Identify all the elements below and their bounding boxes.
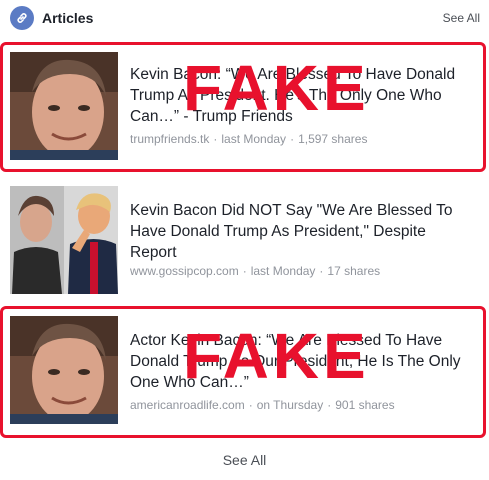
article-source: www.gossipcop.com <box>130 264 239 278</box>
section-title: Articles <box>42 10 94 26</box>
article-card[interactable]: Kevin Bacon Did NOT Say "We Are Blessed … <box>0 180 489 308</box>
meta-separator: · <box>319 264 324 278</box>
link-icon <box>10 6 34 30</box>
article-time: last Monday <box>250 264 316 278</box>
see-all-link-bottom[interactable]: See All <box>0 452 489 468</box>
see-all-link-top[interactable]: See All <box>443 11 480 25</box>
articles-header: Articles See All <box>10 6 480 32</box>
fake-stamp: FAKE <box>183 320 370 392</box>
fake-stamp: FAKE <box>183 52 370 124</box>
article-card[interactable]: Actor Kevin Bacon: “We Are Blessed To Ha… <box>0 306 489 438</box>
meta-separator: · <box>242 264 247 278</box>
article-card[interactable]: Kevin Bacon: “We Are Blessed To Have Don… <box>0 42 489 172</box>
article-headline[interactable]: Kevin Bacon Did NOT Say "We Are Blessed … <box>130 200 475 263</box>
article-meta: www.gossipcop.com · last Monday · 17 shares <box>130 264 380 278</box>
article-shares: 17 shares <box>327 264 381 278</box>
article-thumbnail[interactable] <box>10 186 118 294</box>
